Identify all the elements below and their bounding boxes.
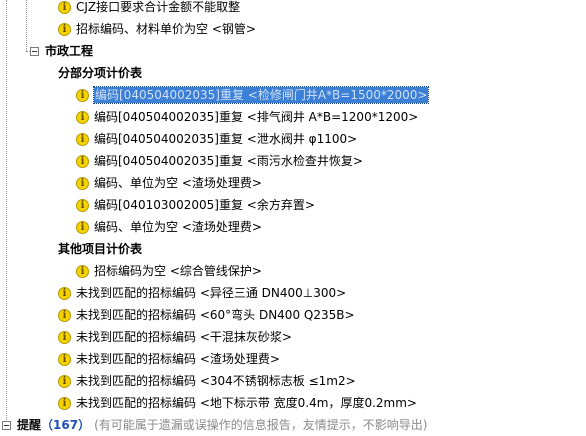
tree-item[interactable]: 未找到匹配的招标编码 <异径三通 DN400⊥300> [58,282,346,304]
tree-item[interactable]: 未找到匹配的招标编码 <地下标示带 宽度0.4m，厚度0.2mm> [58,392,417,414]
tree-item[interactable]: 编码[040504002035]重复 <泄水阀井 φ1100> [76,128,357,150]
tree-item-label: 编码[040103002005]重复 <余方弃置> [94,198,315,212]
info-warning-icon [58,22,71,36]
tree-item[interactable]: 编码[040504002035]重复 <排气阀井 A*B=1200*1200> [76,106,418,128]
tree-item-label: 编码、单位为空 <渣场处理费> [94,220,262,234]
tree-item[interactable]: 编码、单位为空 <渣场处理费> [76,216,262,238]
tree-item[interactable]: 未找到匹配的招标编码 <干混抹灰砂浆> [58,326,292,348]
tree-item-label: 未找到匹配的招标编码 <渣场处理费> [76,352,280,366]
tree-group-other[interactable]: 其他项目计价表 [58,238,142,260]
tree-item-label: 编码[040504002035]重复 <排气阀井 A*B=1200*1200> [94,110,419,124]
tree-item-label: 未找到匹配的招标编码 <304不锈钢标志板 ≤1m2> [76,374,356,388]
reminder-note: (有可能属于遗漏或误操作的信息报告，友情提示，不影响导出) [94,418,428,432]
info-warning-icon [58,286,71,300]
tree-group-subitem[interactable]: 分部分项计价表 [58,62,142,84]
tree-group-label: 分部分项计价表 [58,66,143,80]
tree-item[interactable]: 编码、单位为空 <渣场处理费> [76,172,262,194]
tree-node-reminder[interactable]: 提醒 （ 167 ） (有可能属于遗漏或误操作的信息报告，友情提示，不影响导出) [2,416,427,434]
reminder-count-open: （ [41,418,54,432]
tree-node-municipal[interactable]: 市政工程 [30,40,93,62]
tree-item[interactable]: 招标编码、材料单价为空 <钢管> [58,18,256,40]
tree-item-label: 未找到匹配的招标编码 <干混抹灰砂浆> [76,330,292,344]
tree-connector [26,0,27,51]
info-warning-icon [76,88,89,102]
info-warning-icon [76,220,89,234]
tree-item-label: 编码[040504002035]重复 <雨污水检查井恢复> [94,154,363,168]
tree-item[interactable]: CJZ接口要求合计金额不能取整 [58,0,240,18]
info-warning-icon [58,330,71,344]
reminder-label: 提醒 [17,418,42,432]
tree-item[interactable]: 编码[040103002005]重复 <余方弃置> [76,194,315,216]
tree-item[interactable]: 未找到匹配的招标编码 <渣场处理费> [58,348,280,370]
info-warning-icon [76,132,89,146]
tree-item-label: 招标编码为空 <综合管线保护> [94,264,262,278]
collapse-minus-icon[interactable] [2,420,11,430]
tree-item-label: 编码、单位为空 <渣场处理费> [94,176,262,190]
tree-item-label: 招标编码、材料单价为空 <钢管> [76,22,256,36]
info-warning-icon [76,198,89,212]
tree-item-label: 未找到匹配的招标编码 <异径三通 DN400⊥300> [76,286,347,300]
info-warning-icon [58,396,71,410]
info-warning-icon [76,176,89,190]
tree-connector [6,0,7,420]
info-warning-icon [58,308,71,322]
info-warning-icon [58,0,71,14]
tree-item-label: CJZ接口要求合计金额不能取整 [76,0,241,14]
tree-item-label: 编码[040504002035]重复 <检修闸门井A*B=1500*2000> [92,86,430,104]
info-warning-icon [58,374,71,388]
info-warning-icon [58,352,71,366]
info-warning-icon [76,110,89,124]
tree-item[interactable]: 招标编码为空 <综合管线保护> [76,260,262,282]
tree-item-label: 未找到匹配的招标编码 <60°弯头 DN400 Q235B> [76,308,355,322]
tree-group-label: 其他项目计价表 [58,242,143,256]
validation-tree: CJZ接口要求合计金额不能取整 招标编码、材料单价为空 <钢管> 市政工程 分部… [0,0,586,436]
tree-item-label: 未找到匹配的招标编码 <地下标示带 宽度0.4m，厚度0.2mm> [76,396,417,410]
reminder-count-close: ） [78,418,91,432]
info-warning-icon [76,264,89,278]
tree-item-label: 编码[040504002035]重复 <泄水阀井 φ1100> [94,132,358,146]
info-warning-icon [76,154,89,168]
tree-item[interactable]: 未找到匹配的招标编码 <304不锈钢标志板 ≤1m2> [58,370,356,392]
tree-item[interactable]: 未找到匹配的招标编码 <60°弯头 DN400 Q235B> [58,304,355,326]
tree-node-label: 市政工程 [45,44,94,58]
tree-item[interactable]: 编码[040504002035]重复 <雨污水检查井恢复> [76,150,363,172]
collapse-minus-icon[interactable] [30,46,39,56]
tree-item-selected[interactable]: 编码[040504002035]重复 <检修闸门井A*B=1500*2000> [76,84,430,106]
reminder-count: 167 [53,418,79,432]
